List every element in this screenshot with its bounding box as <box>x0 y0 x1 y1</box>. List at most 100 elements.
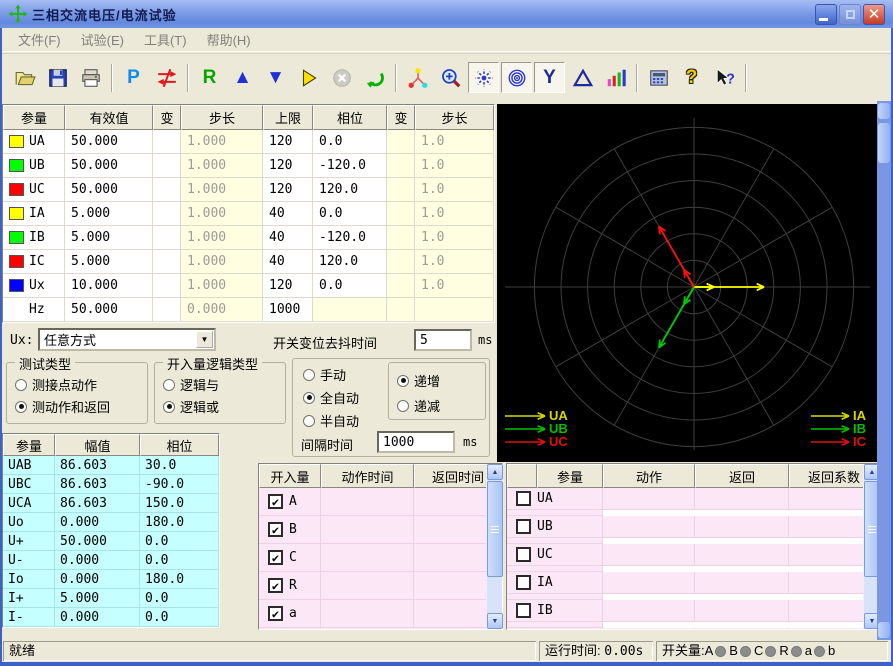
radio-icon <box>163 401 175 413</box>
limit-cell[interactable]: 120 <box>263 178 313 202</box>
derived-quantity-table: 参量幅值相位UAB86.60330.0UBC86.603-90.0UCA86.6… <box>2 433 220 628</box>
phase-cell[interactable] <box>313 298 387 322</box>
scrollbar-thumb[interactable] <box>487 481 503 577</box>
step-cell: 1.000 <box>181 226 263 250</box>
unchecked-checkbox-icon[interactable] <box>516 603 531 618</box>
context-help-button[interactable]: ? <box>709 62 740 93</box>
phase-cell: 30.0 <box>140 456 219 475</box>
radio-logic-type-0[interactable]: 逻辑与 <box>163 375 219 394</box>
help-button[interactable]: ? <box>676 62 707 93</box>
print-button[interactable] <box>75 62 106 93</box>
value-cell[interactable]: 5.000 <box>65 250 153 274</box>
value-cell[interactable]: 50.000 <box>65 130 153 154</box>
radio-direction-1[interactable]: 递减 <box>397 396 440 415</box>
stop-button[interactable] <box>326 62 357 93</box>
radio-test-type-0[interactable]: 测接点动作 <box>15 375 97 394</box>
wye-view-button[interactable]: Y <box>534 62 565 93</box>
p-parameter-button[interactable]: P <box>118 62 149 93</box>
value-cell[interactable]: 50.000 <box>65 298 153 322</box>
value-cell[interactable]: 50.000 <box>65 154 153 178</box>
phase-step-cell: 1.0 <box>415 130 494 154</box>
value-cell[interactable]: 5.000 <box>65 226 153 250</box>
scroll-down-icon[interactable]: ▼ <box>487 613 503 629</box>
lower-button[interactable]: ▼ <box>260 62 291 93</box>
limit-cell[interactable]: 1000 <box>263 298 313 322</box>
checked-checkbox-icon[interactable]: ✔ <box>268 606 283 621</box>
checked-checkbox-icon[interactable]: ✔ <box>268 578 283 593</box>
column-header: 有效值 <box>65 105 153 130</box>
window-scrollbar[interactable] <box>877 101 891 640</box>
unchecked-checkbox-icon[interactable] <box>516 547 531 562</box>
delta-view-button[interactable] <box>567 62 598 93</box>
maximize-button[interactable] <box>839 4 861 25</box>
phase-cell[interactable]: 0.0 <box>313 274 387 298</box>
unchecked-checkbox-icon[interactable] <box>516 575 531 590</box>
ux-mode-value: 任意方式 <box>40 330 196 349</box>
menu-item-1[interactable]: 试验(E) <box>71 28 134 51</box>
limit-cell[interactable]: 120 <box>263 154 313 178</box>
phasor-svg: UAUBUCIAIBIC <box>497 104 878 462</box>
close-button[interactable]: ✕ <box>863 4 885 25</box>
limit-cell[interactable]: 40 <box>263 202 313 226</box>
limit-cell[interactable]: 40 <box>263 226 313 250</box>
limit-cell[interactable]: 120 <box>263 130 313 154</box>
value-cell[interactable]: 5.000 <box>65 202 153 226</box>
scroll-up-icon[interactable]: ▲ <box>487 464 503 480</box>
phase-cell[interactable]: -120.0 <box>313 226 387 250</box>
phase-cell[interactable]: 0.0 <box>313 202 387 226</box>
save-button[interactable] <box>42 62 73 93</box>
zoom-in-button[interactable] <box>435 62 466 93</box>
checked-checkbox-icon[interactable]: ✔ <box>268 550 283 565</box>
limit-cell[interactable]: 40 <box>263 250 313 274</box>
value-cell[interactable]: 10.000 <box>65 274 153 298</box>
rays-view-button[interactable] <box>468 62 499 93</box>
checked-checkbox-icon[interactable]: ✔ <box>268 494 283 509</box>
radio-test-type-1[interactable]: 测动作和返回 <box>15 397 110 416</box>
input-table-scrollbar[interactable]: ▲ ▼ <box>486 464 502 629</box>
short-circuit-button[interactable] <box>151 62 182 93</box>
result-row: UCA86.603150.0 <box>3 494 219 513</box>
menu-item-3[interactable]: 帮助(H) <box>197 28 261 51</box>
start-button[interactable] <box>293 62 324 93</box>
radio-mode-0[interactable]: 手动 <box>303 365 346 384</box>
value-cell[interactable]: 50.000 <box>65 178 153 202</box>
open-button[interactable] <box>9 62 40 93</box>
undo-button[interactable] <box>359 62 390 93</box>
empty-cell <box>321 544 414 572</box>
phase-cell[interactable]: -120.0 <box>313 154 387 178</box>
ux-mode-combo[interactable]: 任意方式 ▼ <box>38 328 216 351</box>
calculator-button[interactable] <box>643 62 674 93</box>
row-label: B <box>289 522 297 537</box>
checked-checkbox-icon[interactable]: ✔ <box>268 522 283 537</box>
phase-cell[interactable]: 120.0 <box>313 178 387 202</box>
radio-logic-type-1[interactable]: 逻辑或 <box>163 397 219 416</box>
phasor-button[interactable] <box>402 62 433 93</box>
titlebar: 三相交流电压/电流试验 ✕ <box>0 0 893 28</box>
menu-item-2[interactable]: 工具(T) <box>134 28 197 51</box>
column-header: 变 <box>387 105 415 130</box>
chevron-down-icon[interactable]: ▼ <box>196 331 213 348</box>
rings-view-button[interactable] <box>501 62 532 93</box>
step-cell: 1.000 <box>181 130 263 154</box>
radio-mode-1[interactable]: 全自动 <box>303 388 359 407</box>
radio-direction-0[interactable]: 递增 <box>397 371 440 390</box>
interval-input[interactable]: 1000 <box>377 431 455 453</box>
radio-mode-2[interactable]: 半自动 <box>303 411 359 430</box>
row-label: UC <box>537 547 553 562</box>
unchecked-checkbox-icon[interactable] <box>516 491 531 506</box>
amp-cell: 86.603 <box>55 494 140 513</box>
change-cell <box>153 274 181 298</box>
phase-cell: 150.0 <box>140 494 219 513</box>
debounce-input[interactable]: 5 <box>414 329 472 351</box>
minimize-button[interactable] <box>815 4 837 25</box>
bars-view-button[interactable] <box>600 62 631 93</box>
menu-item-0[interactable]: 文件(F) <box>8 28 71 51</box>
amp-cell: 0.000 <box>55 551 140 570</box>
ux-label: Ux: <box>10 333 33 348</box>
phase-cell[interactable]: 0.0 <box>313 130 387 154</box>
phase-cell[interactable]: 120.0 <box>313 250 387 274</box>
limit-cell[interactable]: 120 <box>263 274 313 298</box>
unchecked-checkbox-icon[interactable] <box>516 519 531 534</box>
raise-button[interactable]: ▲ <box>227 62 258 93</box>
r-parameter-button[interactable]: R <box>194 62 225 93</box>
